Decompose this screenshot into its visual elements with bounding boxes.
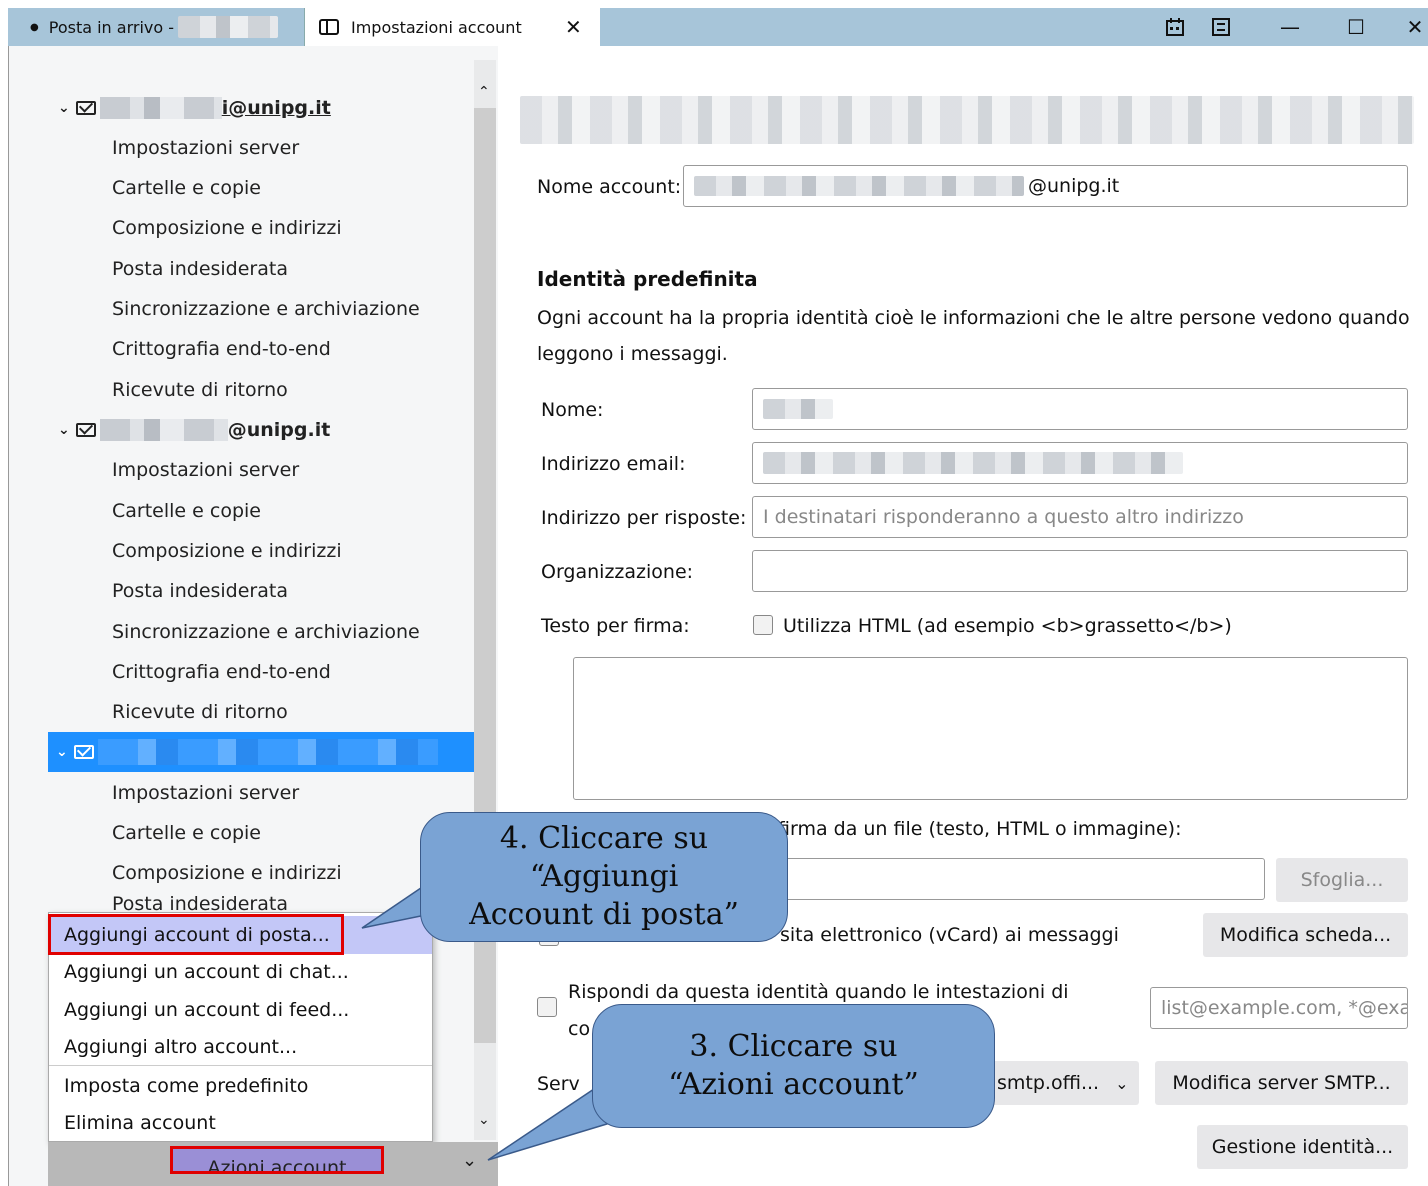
tasks-icon[interactable] (1206, 8, 1236, 46)
reply-identity-placeholder: list@example.com, *@exa (1161, 997, 1408, 1019)
tree-item-server-settings[interactable]: Impostazioni server (8, 773, 474, 813)
menu-set-default[interactable]: Imposta come predefinito (49, 1067, 432, 1105)
tab-inbox-label: Posta in arrivo - (48, 17, 175, 37)
reply-identity-field[interactable]: list@example.com, *@exa (1150, 987, 1408, 1029)
mail-icon (75, 423, 96, 437)
tab-inbox[interactable]: ● Posta in arrivo - (8, 8, 304, 46)
organization-field[interactable] (752, 550, 1408, 592)
account-name-field[interactable]: @unipg.it (683, 165, 1408, 207)
menu-add-chat-account[interactable]: Aggiungi un account di chat... (49, 953, 432, 991)
use-html-checkbox[interactable] (753, 615, 773, 635)
settings-tab-icon (319, 19, 339, 35)
callout-step-3: 3. Cliccare su “Azioni account” (592, 1004, 995, 1128)
tree-item-composition[interactable]: Composizione e indirizzi (8, 531, 474, 571)
tree-item-e2e[interactable]: Crittografia end-to-end (8, 329, 474, 369)
menu-add-other-account[interactable]: Aggiungi altro account... (49, 1028, 432, 1066)
tree-item-folders[interactable]: Cartelle e copie (8, 491, 474, 531)
smtp-select-value: smtp.offi... (997, 1072, 1100, 1094)
mail-icon (73, 745, 94, 759)
chevron-down-icon[interactable]: ⌄ (58, 422, 70, 438)
smtp-select[interactable]: smtp.offi... ⌄ (985, 1061, 1139, 1105)
close-window-button[interactable]: ✕ (1400, 8, 1428, 46)
tree-item-folders[interactable]: Cartelle e copie (8, 813, 474, 853)
manage-identities-button[interactable]: Gestione identità... (1197, 1125, 1408, 1169)
callout-step-4-line-2: Account di posta” (469, 897, 739, 932)
scroll-up-icon[interactable]: ⌃ (478, 84, 490, 100)
tree-item-junk[interactable]: Posta indesiderata (8, 571, 474, 611)
redacted-text (763, 452, 1183, 474)
account-name-value: @unipg.it (1028, 175, 1120, 197)
account-3-selected[interactable]: ⌄ (48, 732, 474, 772)
highlight-add-mail-account (48, 914, 344, 955)
signature-textarea[interactable] (573, 657, 1408, 800)
identity-heading: Identità predefinita (537, 267, 758, 291)
redacted-text (763, 399, 833, 419)
tree-item-sync[interactable]: Sincronizzazione e archiviazione (8, 289, 474, 329)
chevron-down-icon: ⌄ (1115, 1073, 1129, 1093)
tab-dot-icon: ● (30, 21, 39, 33)
tree-item-receipts[interactable]: Ricevute di ritorno (8, 370, 474, 410)
identity-description-1: Ogni account ha la propria identità cioè… (537, 307, 1410, 329)
redacted-text (694, 176, 1024, 196)
close-tab-icon[interactable]: ✕ (565, 15, 582, 39)
account-actions-label: Azioni account (207, 1157, 347, 1174)
menu-separator (49, 1065, 432, 1066)
account-actions-bar[interactable]: Azioni account ⌄ (48, 1142, 498, 1186)
reply-to-field[interactable]: I destinatari risponderanno a questo alt… (752, 496, 1408, 538)
tree-item-folders[interactable]: Cartelle e copie (8, 168, 474, 208)
chevron-down-icon[interactable]: ⌄ (56, 744, 68, 760)
browse-button[interactable]: Sfoglia... (1276, 858, 1408, 902)
use-html-label: Utilizza HTML (ad esempio <b>grassetto</… (783, 615, 1232, 637)
signature-label: Testo per firma: (541, 615, 690, 637)
tree-item-composition[interactable]: Composizione e indirizzi (8, 208, 474, 248)
redacted-text (99, 419, 228, 441)
chevron-down-icon[interactable]: ⌄ (58, 100, 70, 116)
callout-step-4: 4. Cliccare su “Aggiungi Account di post… (420, 812, 788, 942)
minimize-button[interactable]: — (1270, 8, 1310, 46)
account-2[interactable]: ⌄ @unipg.it (8, 410, 474, 450)
redacted-header (520, 96, 1414, 144)
tree-item-sync[interactable]: Sincronizzazione e archiviazione (8, 612, 474, 652)
tab-account-settings-label: Impostazioni account (351, 17, 522, 37)
organization-label: Organizzazione: (541, 561, 694, 583)
name-label: Nome: (541, 399, 604, 421)
mail-icon (75, 101, 96, 115)
title-bar: ● Posta in arrivo - Impostazioni account… (8, 8, 1428, 46)
account-1[interactable]: ⌄ i@unipg.it (8, 88, 474, 128)
account-2-address: @unipg.it (227, 419, 331, 441)
edit-smtp-button[interactable]: Modifica server SMTP... (1155, 1061, 1408, 1105)
calendar-icon[interactable] (1160, 8, 1190, 46)
callout-step-3-line-1: 3. Cliccare su (689, 1029, 898, 1064)
maximize-button[interactable]: ☐ (1336, 8, 1376, 46)
email-field[interactable] (752, 442, 1408, 484)
reply-identity-label-1: Rispondi da questa identità quando le in… (568, 981, 1069, 1003)
name-field[interactable] (752, 388, 1408, 430)
vcard-label: sita elettronico (vCard) ai messaggi (780, 924, 1119, 946)
menu-delete-account[interactable]: Elimina account (49, 1104, 432, 1142)
reply-to-placeholder: I destinatari risponderanno a questo alt… (763, 506, 1244, 528)
tab-account-settings[interactable]: Impostazioni account ✕ (304, 8, 600, 46)
tree-item-junk[interactable]: Posta indesiderata (8, 249, 474, 289)
file-signature-label: firma da un file (testo, HTML o immagine… (778, 818, 1182, 840)
tree-item-receipts[interactable]: Ricevute di ritorno (8, 692, 474, 732)
redacted-text (178, 16, 279, 38)
callout-step-4-line-1: 4. Cliccare su “Aggiungi (499, 821, 709, 894)
reply-identity-checkbox[interactable] (537, 997, 557, 1017)
tree-item-server-settings[interactable]: Impostazioni server (8, 450, 474, 490)
signature-file-field[interactable] (760, 858, 1265, 900)
tree-item-server-settings[interactable]: Impostazioni server (8, 128, 474, 168)
redacted-text (97, 739, 438, 765)
redacted-text (99, 97, 222, 119)
email-label: Indirizzo email: (541, 453, 686, 475)
edit-card-button[interactable]: Modifica scheda... (1203, 913, 1408, 957)
account-name-label: Nome account: (537, 176, 682, 198)
reply-identity-label-2: co (568, 1018, 591, 1040)
account-actions-button[interactable]: Azioni account (170, 1146, 384, 1174)
reply-to-label: Indirizzo per risposte: (541, 507, 747, 529)
account-1-address: i@unipg.it (221, 97, 331, 119)
tree-item-e2e[interactable]: Crittografia end-to-end (8, 652, 474, 692)
callout-step-3-line-2: “Azioni account” (668, 1067, 919, 1102)
identity-description-2: leggono i messaggi. (537, 343, 728, 365)
menu-add-feed-account[interactable]: Aggiungi un account di feed... (49, 991, 432, 1029)
